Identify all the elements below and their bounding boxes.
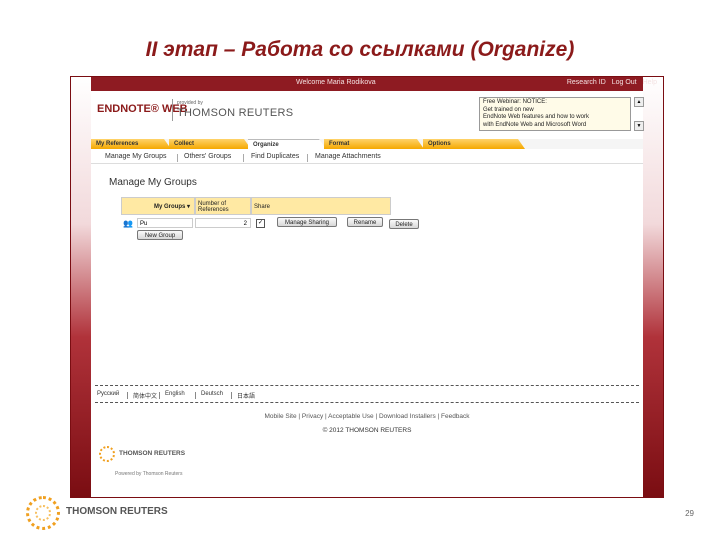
tab-format[interactable]: Format xyxy=(324,139,424,149)
language-divider xyxy=(231,392,232,399)
subtab-others-groups[interactable]: Others' Groups xyxy=(184,153,231,160)
groups-table: My Groups ▾ Number of References Share 👥… xyxy=(121,197,419,243)
notice-line: EndNote Web features and how to work xyxy=(483,114,589,120)
copyright-text: © 2012 THOMSON REUTERS xyxy=(322,427,412,434)
notice-line: with EndNote Web and Microsoft Word xyxy=(483,121,587,128)
new-group-button[interactable]: New Group xyxy=(137,230,183,240)
thomson-reuters-small-text: THOMSON REUTERS xyxy=(119,450,186,457)
subtab-divider xyxy=(307,154,308,162)
top-links: Research ID Log Out Help xyxy=(563,79,657,86)
language-german[interactable]: Deutsch xyxy=(201,391,223,397)
subtab-manage-attachments[interactable]: Manage Attachments xyxy=(315,153,381,160)
subtab-divider xyxy=(243,154,244,162)
subtab-manage-my-groups[interactable]: Manage My Groups xyxy=(105,153,166,160)
welcome-text: Welcome Maria Rodikova xyxy=(296,79,376,86)
language-divider xyxy=(159,392,160,399)
left-frame-gradient xyxy=(71,77,91,497)
language-english[interactable]: English xyxy=(165,391,185,397)
logout-link[interactable]: Log Out xyxy=(612,79,637,86)
research-id-link[interactable]: Research ID xyxy=(567,79,606,86)
provided-by-text: provided by xyxy=(177,100,203,106)
footer-divider-top xyxy=(95,385,639,386)
page-number: 29 xyxy=(685,509,694,518)
column-header-my-groups[interactable]: My Groups ▾ xyxy=(121,197,195,215)
language-russian[interactable]: Русский xyxy=(97,391,119,397)
tab-my-references[interactable]: My References xyxy=(91,139,171,149)
scroll-up-arrow-icon[interactable]: ▲ xyxy=(634,97,644,107)
tab-organize[interactable]: Organize xyxy=(248,139,326,149)
footer-divider-bottom xyxy=(95,402,639,403)
manage-sharing-button[interactable]: Manage Sharing xyxy=(277,217,337,227)
language-divider xyxy=(127,392,128,399)
group-users-icon: 👥 xyxy=(123,219,133,228)
section-title: Manage My Groups xyxy=(109,177,197,188)
footer-links[interactable]: Mobile Site | Privacy | Acceptable Use |… xyxy=(71,413,663,420)
endnote-web-screenshot: Welcome Maria Rodikova Research ID Log O… xyxy=(70,76,664,498)
endnote-logo: ENDNOTE® WEB xyxy=(97,103,188,115)
notice-line: Free Webinar: NOTICE: xyxy=(483,99,547,105)
group-name-cell[interactable]: Pu xyxy=(137,218,193,228)
subtab-find-duplicates[interactable]: Find Duplicates xyxy=(251,153,299,160)
tab-collect[interactable]: Collect xyxy=(169,139,251,149)
notice-box[interactable]: Free Webinar: NOTICE: Get trained on new… xyxy=(479,97,631,131)
reference-count-cell: 2 xyxy=(195,218,251,228)
language-japanese[interactable]: 日本語 xyxy=(237,391,255,400)
language-divider xyxy=(195,392,196,399)
slide-brand-text: THOMSON REUTERS xyxy=(66,506,168,517)
column-header-share: Share xyxy=(251,197,391,215)
subtab-divider xyxy=(177,154,178,162)
help-link[interactable]: Help xyxy=(643,79,657,86)
powered-by-text: Powered by Thomson Reuters xyxy=(115,471,183,477)
scroll-down-arrow-icon[interactable]: ▼ xyxy=(634,121,644,131)
right-frame-gradient xyxy=(643,77,663,497)
slide-title: II этап – Работа со ссылками (Organize) xyxy=(145,38,575,61)
thomson-reuters-slide-logo-inner xyxy=(35,505,51,521)
share-checkbox[interactable]: ✓ xyxy=(256,219,265,228)
thomson-reuters-brand: THOMSON REUTERS xyxy=(177,107,294,119)
column-header-number-of-references: Number of References xyxy=(195,197,251,215)
notice-line: Get trained on new xyxy=(483,106,534,113)
tab-options[interactable]: Options xyxy=(423,139,525,149)
language-chinese[interactable]: 简体中文 xyxy=(133,391,157,400)
logo-divider xyxy=(172,99,173,121)
thomson-reuters-logo-icon xyxy=(99,446,115,462)
rename-button[interactable]: Rename xyxy=(347,217,383,227)
delete-button[interactable]: Delete xyxy=(389,219,419,229)
